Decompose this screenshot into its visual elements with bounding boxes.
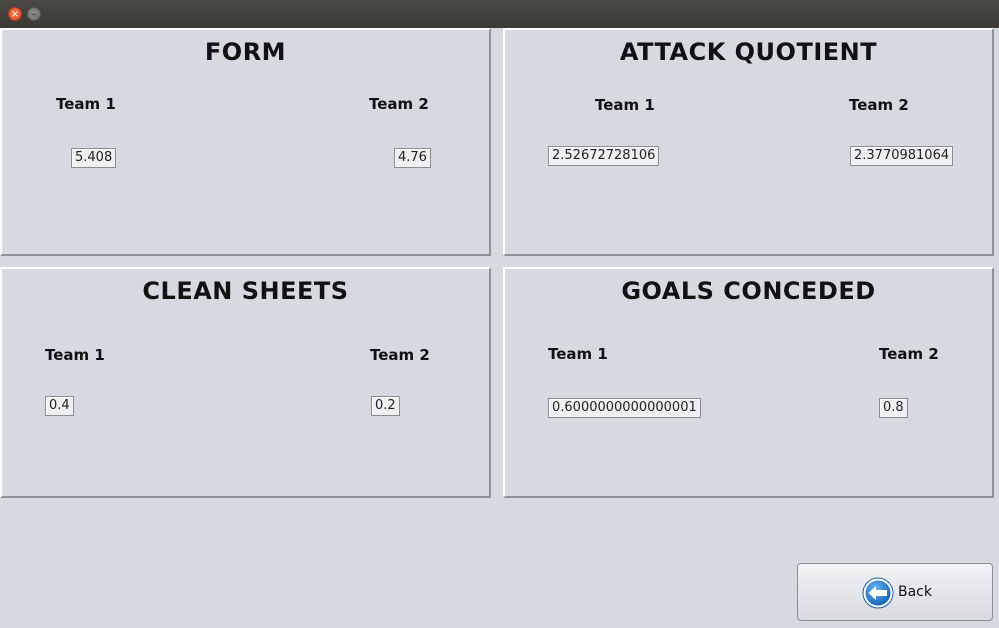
team1-form-field[interactable]: 5.408 <box>71 148 117 168</box>
team1-label: Team 1 <box>548 345 608 363</box>
team1-goals-conceded-field[interactable]: 0.6000000000000001 <box>548 398 701 418</box>
team2-label: Team 2 <box>369 95 429 113</box>
team1-attack-field[interactable]: 2.52672728106 <box>548 146 660 166</box>
goals-conceded-panel: GOALS CONCEDED Team 1 Team 2 0.600000000… <box>503 267 994 498</box>
team2-clean-sheets-field[interactable]: 0.2 <box>371 396 400 416</box>
close-window-button[interactable]: × <box>8 7 22 21</box>
panel-title: CLEAN SHEETS <box>142 277 349 305</box>
team2-form-field[interactable]: 4.76 <box>394 148 431 168</box>
form-panel: FORM Team 1 Team 2 5.408 4.76 <box>0 28 491 256</box>
back-arrow-icon <box>862 577 894 609</box>
team2-goals-conceded-field[interactable]: 0.8 <box>879 398 908 418</box>
panel-title: ATTACK QUOTIENT <box>619 38 878 66</box>
back-button-label: Back <box>898 584 932 600</box>
panel-title: FORM <box>204 38 287 66</box>
back-button[interactable]: Back <box>797 563 993 621</box>
team2-attack-field[interactable]: 2.3770981064 <box>850 146 954 166</box>
minimize-window-button[interactable]: – <box>27 7 41 21</box>
team2-label: Team 2 <box>370 346 430 364</box>
team1-label: Team 1 <box>45 346 105 364</box>
team2-label: Team 2 <box>849 96 909 114</box>
window-titlebar: × – <box>0 0 999 28</box>
panel-title: GOALS CONCEDED <box>621 277 876 305</box>
team1-label: Team 1 <box>595 96 655 114</box>
team1-label: Team 1 <box>56 95 116 113</box>
attack-quotient-panel: ATTACK QUOTIENT Team 1 Team 2 2.52672728… <box>503 28 994 256</box>
team1-clean-sheets-field[interactable]: 0.4 <box>45 396 74 416</box>
team2-label: Team 2 <box>879 345 939 363</box>
clean-sheets-panel: CLEAN SHEETS Team 1 Team 2 0.4 0.2 <box>0 267 491 498</box>
